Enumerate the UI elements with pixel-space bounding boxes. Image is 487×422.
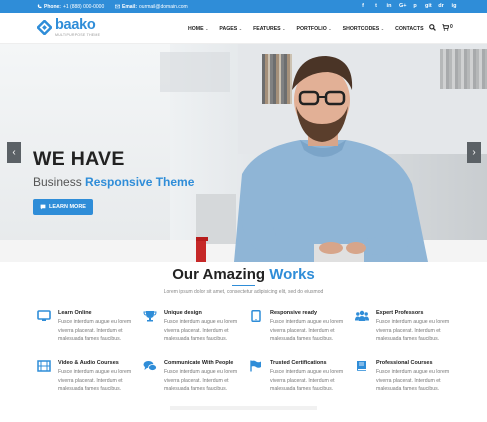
- chevron-left-icon: ‹: [12, 147, 16, 158]
- logo[interactable]: baako MULTIPURPOSE THEME: [37, 18, 100, 37]
- hero-background-books-right: [440, 49, 487, 89]
- slider-prev-button[interactable]: ‹: [7, 142, 21, 163]
- hero-title: WE HAVE: [33, 148, 125, 170]
- next-section-hint: [170, 406, 317, 410]
- logo-name: baako: [55, 17, 96, 33]
- github-icon[interactable]: git: [425, 3, 432, 10]
- google-plus-icon[interactable]: G+: [399, 3, 407, 10]
- cart-icon: [442, 23, 449, 31]
- cart-count: 0: [450, 24, 453, 30]
- hero-person-image: [196, 56, 428, 262]
- nav-item-portfolio[interactable]: PORTFOLIO ⌄: [297, 26, 332, 32]
- works-title-underline: [232, 285, 255, 286]
- social-links: f t in G+ p git dr ig: [360, 3, 457, 10]
- twitter-icon[interactable]: t: [373, 3, 379, 10]
- chat-icon: [143, 361, 157, 371]
- email-link[interactable]: ourmail@domain.com: [139, 4, 188, 10]
- monitor-icon: [37, 310, 51, 321]
- nav-tools: 0: [429, 23, 453, 31]
- nav-item-pages[interactable]: PAGES ⌄: [219, 26, 242, 32]
- users-icon: [355, 310, 369, 321]
- trophy-icon: [143, 311, 157, 322]
- email-contact: Email: ourmail@domain.com: [115, 4, 188, 10]
- phone-number: +1 (888) 000-0000: [62, 3, 105, 10]
- hero-slider: WE HAVE Business Responsive Theme LEARN …: [0, 44, 487, 262]
- book-icon: [357, 361, 367, 371]
- nav-item-features[interactable]: FEATURES ⌄: [253, 26, 285, 32]
- film-icon: [37, 360, 51, 372]
- logo-tagline: MULTIPURPOSE THEME: [55, 33, 101, 37]
- chevron-down-icon: ⌄: [238, 26, 243, 31]
- chevron-right-icon: ›: [472, 147, 476, 158]
- chevron-down-icon: ⌄: [328, 26, 332, 31]
- hero-subtitle: Business Responsive Theme: [33, 175, 195, 189]
- phone-contact: Phone: +1 (888) 000-0000: [37, 4, 104, 10]
- chevron-down-icon: ⌄: [205, 26, 209, 31]
- main-nav: HOME ⌄ PAGES ⌄ FEATURES ⌄ PORTFOLIO ⌄ SHORTC…: [188, 26, 435, 32]
- envelope-icon: [115, 4, 120, 9]
- works-title: Our Amazing Works: [172, 266, 315, 283]
- slider-next-button[interactable]: ›: [467, 142, 481, 163]
- tablet-icon: [251, 310, 261, 322]
- instagram-icon[interactable]: ig: [451, 3, 457, 10]
- top-bar: Phone: +1 (888) 000-0000 Email: ourmail@…: [0, 0, 487, 13]
- works-subtitle: Lorem ipsum dolor sit amet, consectetur …: [163, 289, 324, 295]
- facebook-icon[interactable]: f: [360, 3, 366, 10]
- phone-icon: [37, 4, 42, 9]
- nav-item-home[interactable]: HOME ⌄: [188, 26, 208, 32]
- site-header: baako MULTIPURPOSE THEME HOME ⌄ PAGES ⌄ FE…: [0, 13, 487, 44]
- dribbble-icon[interactable]: dr: [438, 3, 444, 10]
- chevron-down-icon: ⌄: [282, 26, 286, 31]
- linkedin-icon[interactable]: in: [386, 3, 392, 10]
- search-icon[interactable]: [429, 23, 436, 31]
- nav-item-contacts[interactable]: CONTACTS: [395, 26, 423, 32]
- learn-more-button[interactable]: LEARN MORE: [33, 199, 93, 215]
- flag-icon: [250, 360, 261, 372]
- cart-button[interactable]: 0: [442, 23, 453, 31]
- chevron-down-icon: ⌄: [380, 26, 385, 31]
- logo-mark-icon: [37, 20, 52, 35]
- nav-item-shortcodes[interactable]: SHORTCODES ⌄: [343, 26, 384, 32]
- message-icon: [40, 204, 46, 210]
- pinterest-icon[interactable]: p: [412, 3, 418, 10]
